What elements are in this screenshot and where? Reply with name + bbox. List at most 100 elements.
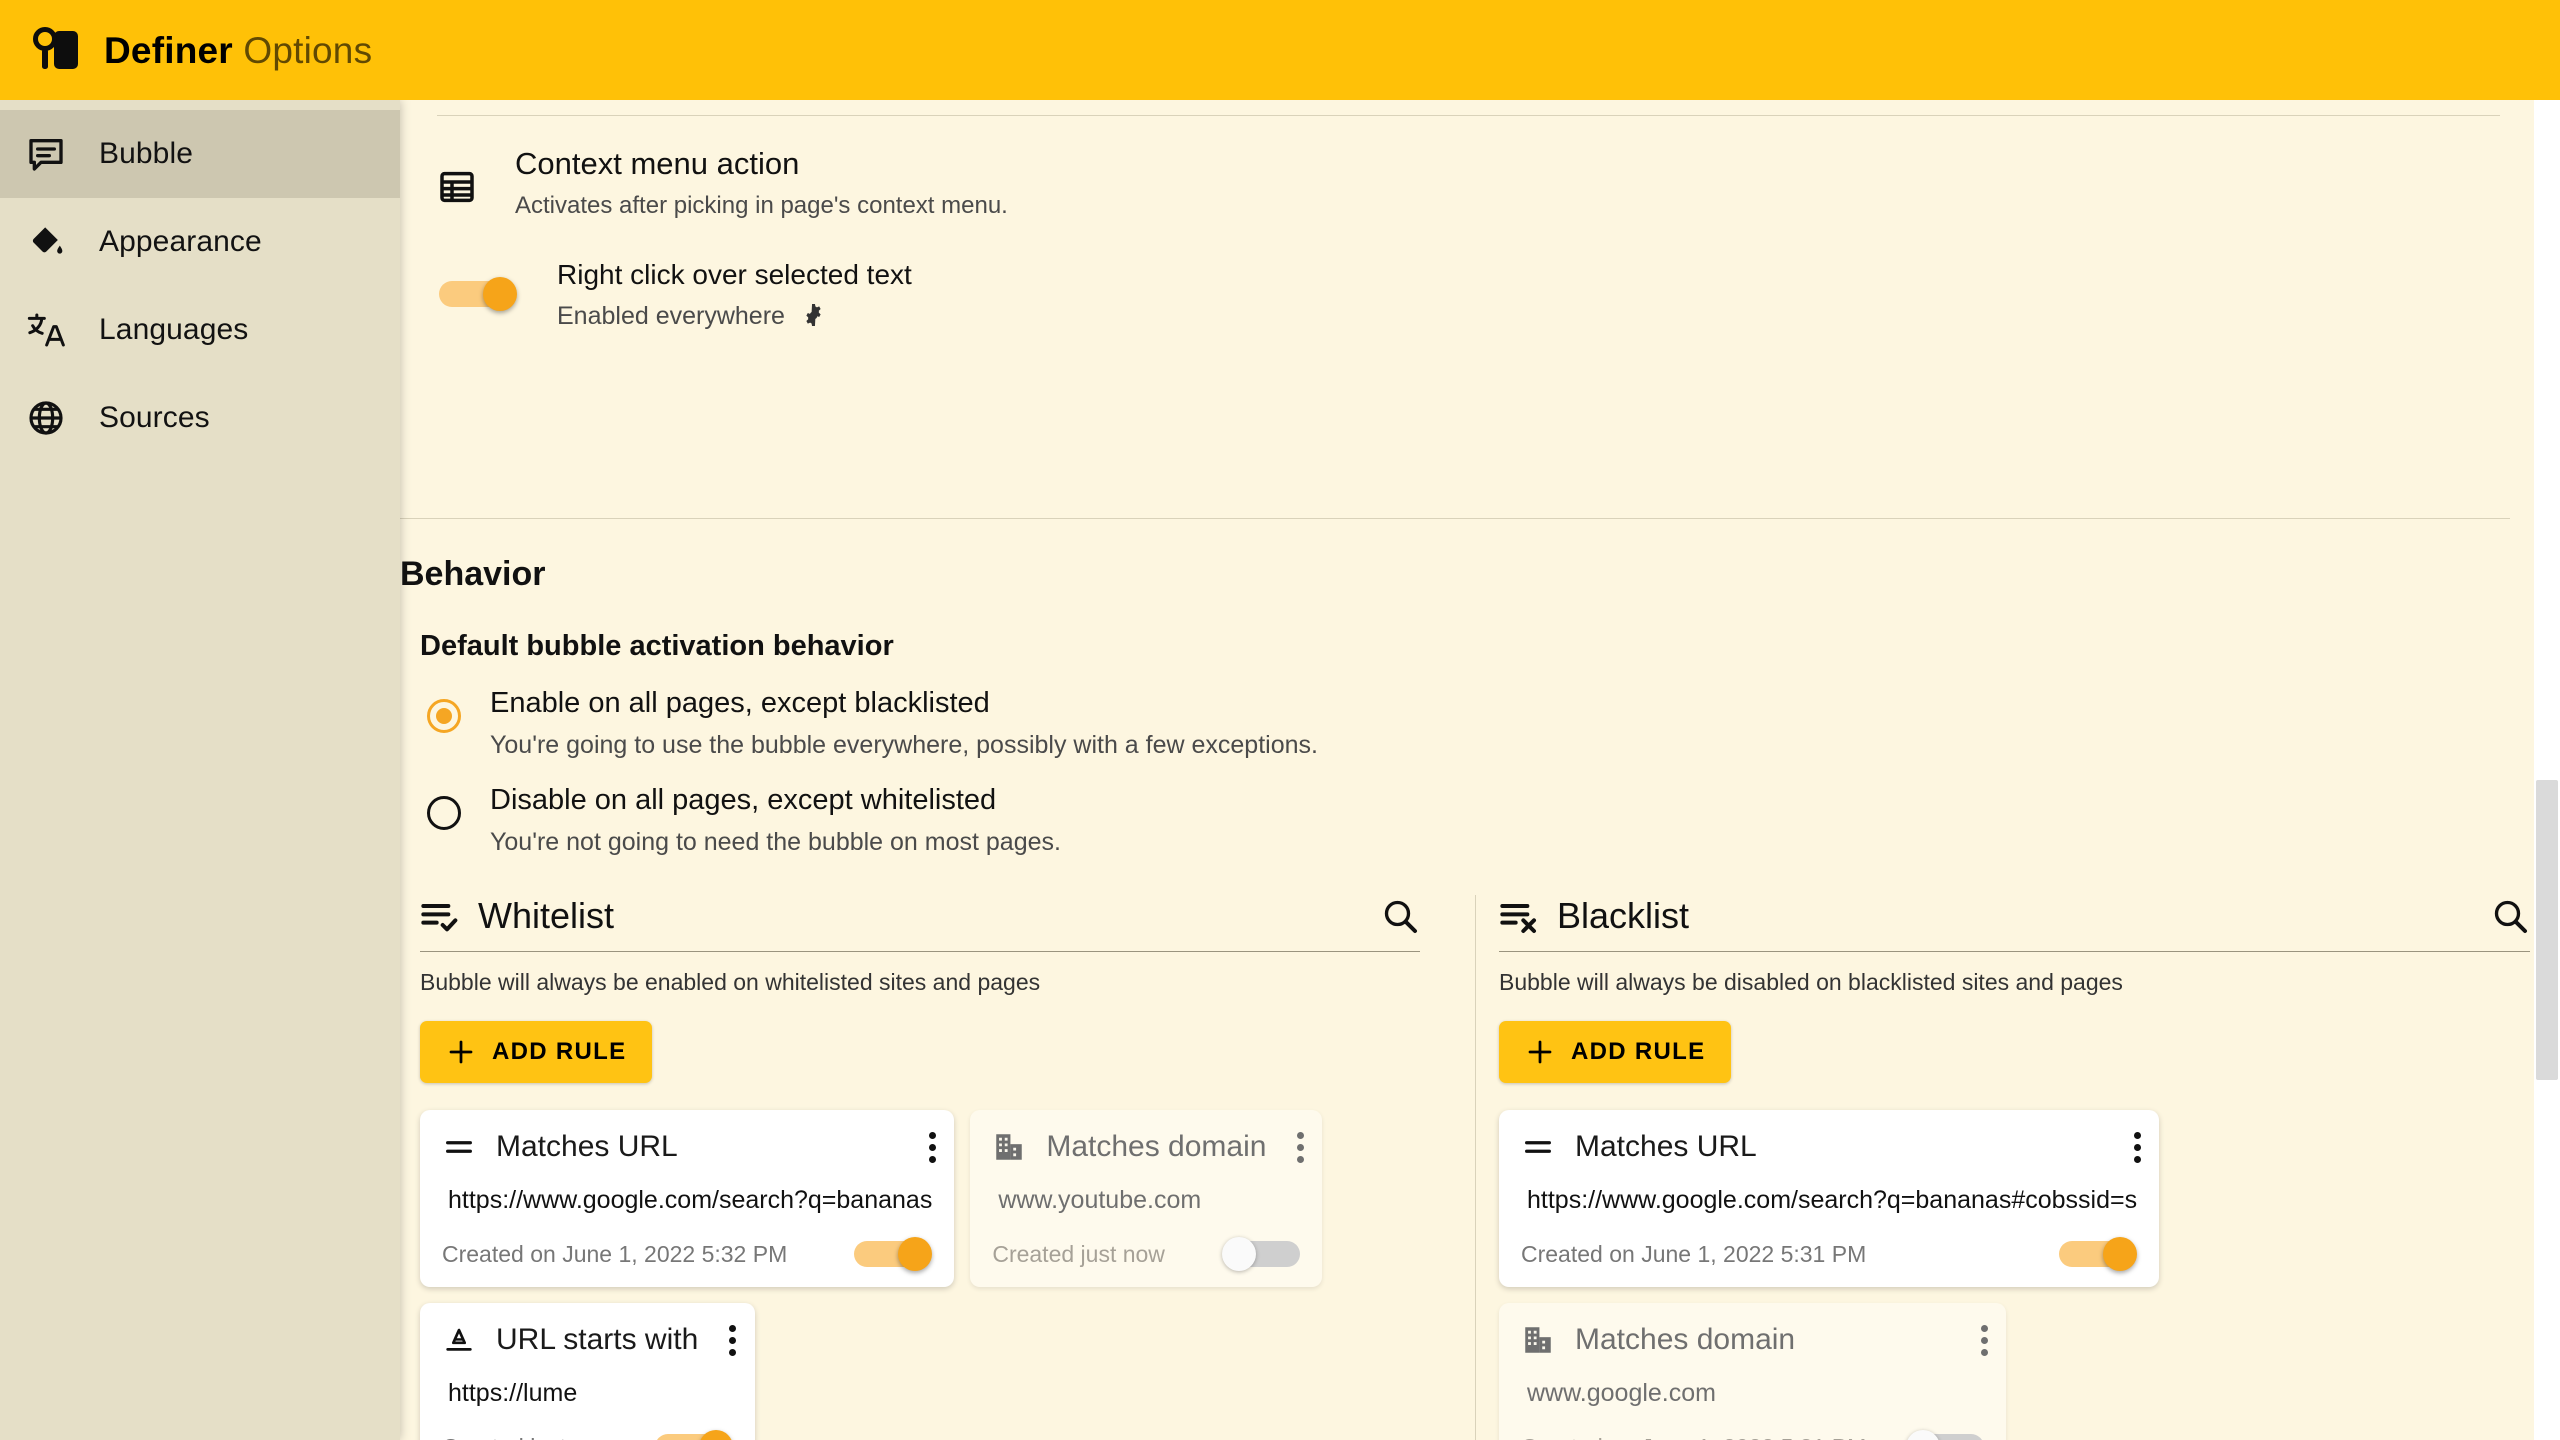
- rule-created: Created just now: [992, 1241, 1165, 1268]
- globe-icon: [25, 397, 67, 439]
- behavior-option-label: Enable on all pages, except blacklisted: [490, 685, 1318, 721]
- behavior-heading: Behavior: [400, 555, 546, 594]
- vertical-scrollbar[interactable]: [2534, 100, 2560, 1440]
- building-icon: [992, 1130, 1026, 1164]
- rule-created: Created on June 1, 2022 5:31 PM: [1521, 1241, 1866, 1268]
- context-menu-title: Context menu action: [515, 145, 1008, 182]
- more-vertical-icon[interactable]: [699, 1325, 733, 1356]
- rule-card[interactable]: Matches URL https://www.google.com/searc…: [420, 1110, 954, 1287]
- sidebar-item-label: Languages: [99, 313, 248, 347]
- blacklist-description: Bubble will always be disabled on blackl…: [1499, 969, 2530, 996]
- list-check-icon: [420, 896, 460, 936]
- toggle-thumb: [699, 1430, 733, 1440]
- rule-value: www.google.com: [1521, 1379, 1984, 1408]
- right-click-toggle[interactable]: [439, 277, 517, 311]
- list-x-icon: [1499, 896, 1539, 936]
- behavior-option-enable-all[interactable]: Enable on all pages, except blacklisted …: [420, 685, 1318, 762]
- whitelist-pane: Whitelist Bubble will always be enabled …: [420, 895, 1475, 1440]
- paint-bucket-icon: [25, 221, 67, 263]
- page-subtitle: Options: [243, 30, 372, 71]
- behavior-option-disable-all[interactable]: Disable on all pages, except whitelisted…: [420, 782, 1061, 859]
- blacklist-header: Blacklist: [1499, 895, 2530, 952]
- rule-value: https://lume: [442, 1379, 733, 1408]
- add-rule-label: ADD RULE: [492, 1038, 626, 1066]
- add-rule-label: ADD RULE: [1571, 1038, 1705, 1066]
- app-header: Definer Options: [0, 0, 2560, 100]
- rule-value: https://www.google.com/search?q=bananas: [442, 1186, 932, 1215]
- page-title: Definer Options: [104, 32, 372, 69]
- radio-indicator-unselected: [427, 796, 461, 830]
- toggle-thumb: [483, 277, 517, 311]
- rule-lists: Whitelist Bubble will always be enabled …: [420, 895, 2530, 1440]
- search-icon[interactable]: [1380, 896, 1420, 936]
- rule-toggle[interactable]: [2059, 1237, 2137, 1271]
- radio-enable-all[interactable]: [420, 699, 468, 733]
- list-table-icon: [437, 167, 477, 207]
- rule-card[interactable]: Matches domain www.youtube.com Created j…: [970, 1110, 1322, 1287]
- divider-top: [437, 115, 2500, 116]
- rule-type-label: Matches URL: [1575, 1130, 1757, 1164]
- sidebar-item-label: Sources: [99, 401, 210, 435]
- sidebar-item-sources[interactable]: Sources: [0, 374, 400, 462]
- rule-toggle[interactable]: [1222, 1237, 1300, 1271]
- gear-icon[interactable]: [801, 303, 826, 328]
- rule-created: Created on June 1, 2022 5:32 PM: [442, 1241, 787, 1268]
- rule-toggle[interactable]: [854, 1237, 932, 1271]
- rule-type-label: Matches domain: [1575, 1323, 1795, 1357]
- plus-icon: [1525, 1037, 1555, 1067]
- toggle-thumb: [1906, 1430, 1940, 1440]
- right-click-toggle-wrap: [439, 277, 535, 311]
- sidebar-item-languages[interactable]: Languages: [0, 286, 400, 374]
- rule-type-label: Matches domain: [1046, 1130, 1266, 1164]
- scrollbar-thumb[interactable]: [2536, 780, 2558, 1080]
- whitelist-rule-cards: Matches URL https://www.google.com/searc…: [420, 1110, 1420, 1440]
- rule-card[interactable]: Matches domain www.google.com Created on…: [1499, 1303, 2006, 1440]
- main-content: Context menu action Activates after pick…: [400, 100, 2560, 1440]
- divider-behavior: [400, 518, 2510, 519]
- behavior-subheading: Default bubble activation behavior: [420, 630, 894, 663]
- whitelist-header: Whitelist: [420, 895, 1420, 952]
- sidebar-item-bubble[interactable]: Bubble: [0, 110, 400, 198]
- context-menu-header: Context menu action Activates after pick…: [437, 145, 1837, 221]
- sidebar-item-label: Bubble: [99, 137, 193, 171]
- right-click-option-status-row: Enabled everywhere: [557, 301, 912, 331]
- toggle-thumb: [898, 1237, 932, 1271]
- radio-disable-all[interactable]: [420, 796, 468, 830]
- rule-value: https://www.google.com/search?q=bananas#…: [1521, 1186, 2137, 1215]
- rule-value: www.youtube.com: [992, 1186, 1300, 1215]
- rule-created: Created on June 1, 2022 5:31 PM: [1521, 1434, 1866, 1440]
- sidebar: Bubble Appearance Languages Sour: [0, 100, 400, 1440]
- rule-toggle[interactable]: [1906, 1430, 1984, 1440]
- more-vertical-icon[interactable]: [2103, 1132, 2137, 1163]
- sidebar-item-label: Appearance: [99, 225, 262, 259]
- chat-bubble-icon: [25, 133, 67, 175]
- sidebar-item-appearance[interactable]: Appearance: [0, 198, 400, 286]
- blacklist-title: Blacklist: [1557, 895, 1689, 937]
- whitelist-add-rule-button[interactable]: ADD RULE: [420, 1021, 652, 1083]
- rule-created: Created just now: [442, 1434, 615, 1440]
- rule-card[interactable]: Matches URL https://www.google.com/searc…: [1499, 1110, 2159, 1287]
- text-start-icon: [442, 1323, 476, 1357]
- rule-type-label: URL starts with: [496, 1323, 698, 1357]
- blacklist-pane: Blacklist Bubble will always be disabled…: [1475, 895, 2530, 1440]
- whitelist-description: Bubble will always be enabled on whiteli…: [420, 969, 1420, 996]
- context-menu-option-row: Right click over selected text Enabled e…: [439, 257, 1837, 331]
- blacklist-add-rule-button[interactable]: ADD RULE: [1499, 1021, 1731, 1083]
- blacklist-rule-cards: Matches URL https://www.google.com/searc…: [1499, 1110, 2530, 1440]
- plus-icon: [446, 1037, 476, 1067]
- right-click-option-status: Enabled everywhere: [557, 301, 785, 331]
- equals-icon: [1521, 1130, 1555, 1164]
- toggle-thumb: [2103, 1237, 2137, 1271]
- behavior-option-label: Disable on all pages, except whitelisted: [490, 782, 1061, 818]
- context-menu-section: Context menu action Activates after pick…: [437, 145, 1837, 331]
- behavior-option-description: You're not going to need the bubble on m…: [490, 827, 1061, 858]
- radio-indicator-selected: [427, 699, 461, 733]
- more-vertical-icon[interactable]: [1950, 1325, 1984, 1356]
- more-vertical-icon[interactable]: [898, 1132, 932, 1163]
- more-vertical-icon[interactable]: [1266, 1132, 1300, 1163]
- rule-card[interactable]: URL starts with https://lume Created jus…: [420, 1303, 755, 1440]
- building-icon: [1521, 1323, 1555, 1357]
- search-icon[interactable]: [2490, 896, 2530, 936]
- rule-toggle[interactable]: [655, 1430, 733, 1440]
- rule-type-label: Matches URL: [496, 1130, 678, 1164]
